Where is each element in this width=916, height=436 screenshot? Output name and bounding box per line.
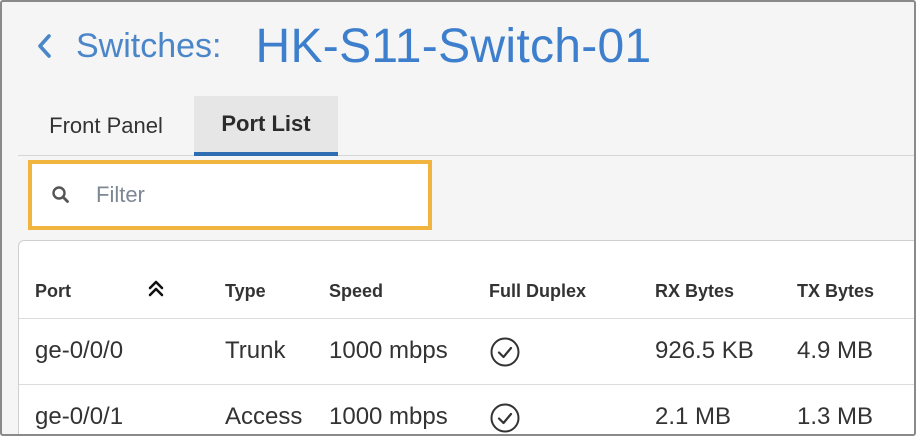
cell-rx-bytes: 926.5 KB xyxy=(655,337,754,364)
cell-speed: 1000 mbps xyxy=(329,337,448,364)
cell-speed: 1000 mbps xyxy=(329,403,448,430)
tab-front-panel[interactable]: Front Panel xyxy=(18,96,194,156)
column-header-port[interactable]: Port xyxy=(35,281,71,302)
column-header-rx-bytes[interactable]: RX Bytes xyxy=(655,281,734,302)
page-title: HK-S11-Switch-01 xyxy=(255,19,652,73)
column-header-type[interactable]: Type xyxy=(225,281,266,302)
app-window: Switches: HK-S11-Switch-01 Front Panel P… xyxy=(0,0,916,436)
filter-box[interactable] xyxy=(28,160,432,230)
column-header-tx-bytes[interactable]: TX Bytes xyxy=(797,281,874,302)
check-circle-icon xyxy=(490,403,520,433)
double-chevron-up-icon[interactable] xyxy=(147,279,165,299)
page-header: Switches: HK-S11-Switch-01 xyxy=(36,14,652,78)
cell-rx-bytes: 2.1 MB xyxy=(655,403,732,430)
search-icon xyxy=(52,186,69,203)
cell-type: Trunk xyxy=(225,337,286,364)
filter-input[interactable] xyxy=(96,182,396,208)
table-row[interactable]: ge-0/0/0 Trunk 1000 mbps 926.5 KB 4.9 MB xyxy=(19,319,914,385)
check-circle-icon xyxy=(490,337,520,367)
column-header-speed[interactable]: Speed xyxy=(329,281,383,302)
breadcrumb-switches[interactable]: Switches: xyxy=(76,27,222,66)
cell-tx-bytes: 1.3 MB xyxy=(797,403,874,430)
chevron-left-icon-graphic xyxy=(38,34,51,58)
chevron-left-icon[interactable] xyxy=(36,26,64,66)
cell-type: Access xyxy=(225,403,303,430)
table-row[interactable]: ge-0/0/1 Access 1000 mbps 2.1 MB 1.3 MB xyxy=(19,385,914,434)
column-header-full-duplex[interactable]: Full Duplex xyxy=(489,281,586,302)
table-header: Port Type Speed Full Duplex RX Bytes TX … xyxy=(19,241,914,319)
cell-tx-bytes: 4.9 MB xyxy=(797,337,874,364)
cell-port: ge-0/0/1 xyxy=(35,403,124,430)
tab-bar: Front Panel Port List xyxy=(18,96,914,156)
tab-port-list[interactable]: Port List xyxy=(194,96,338,156)
cell-port: ge-0/0/0 xyxy=(35,337,124,364)
port-table: Port Type Speed Full Duplex RX Bytes TX … xyxy=(18,240,914,434)
